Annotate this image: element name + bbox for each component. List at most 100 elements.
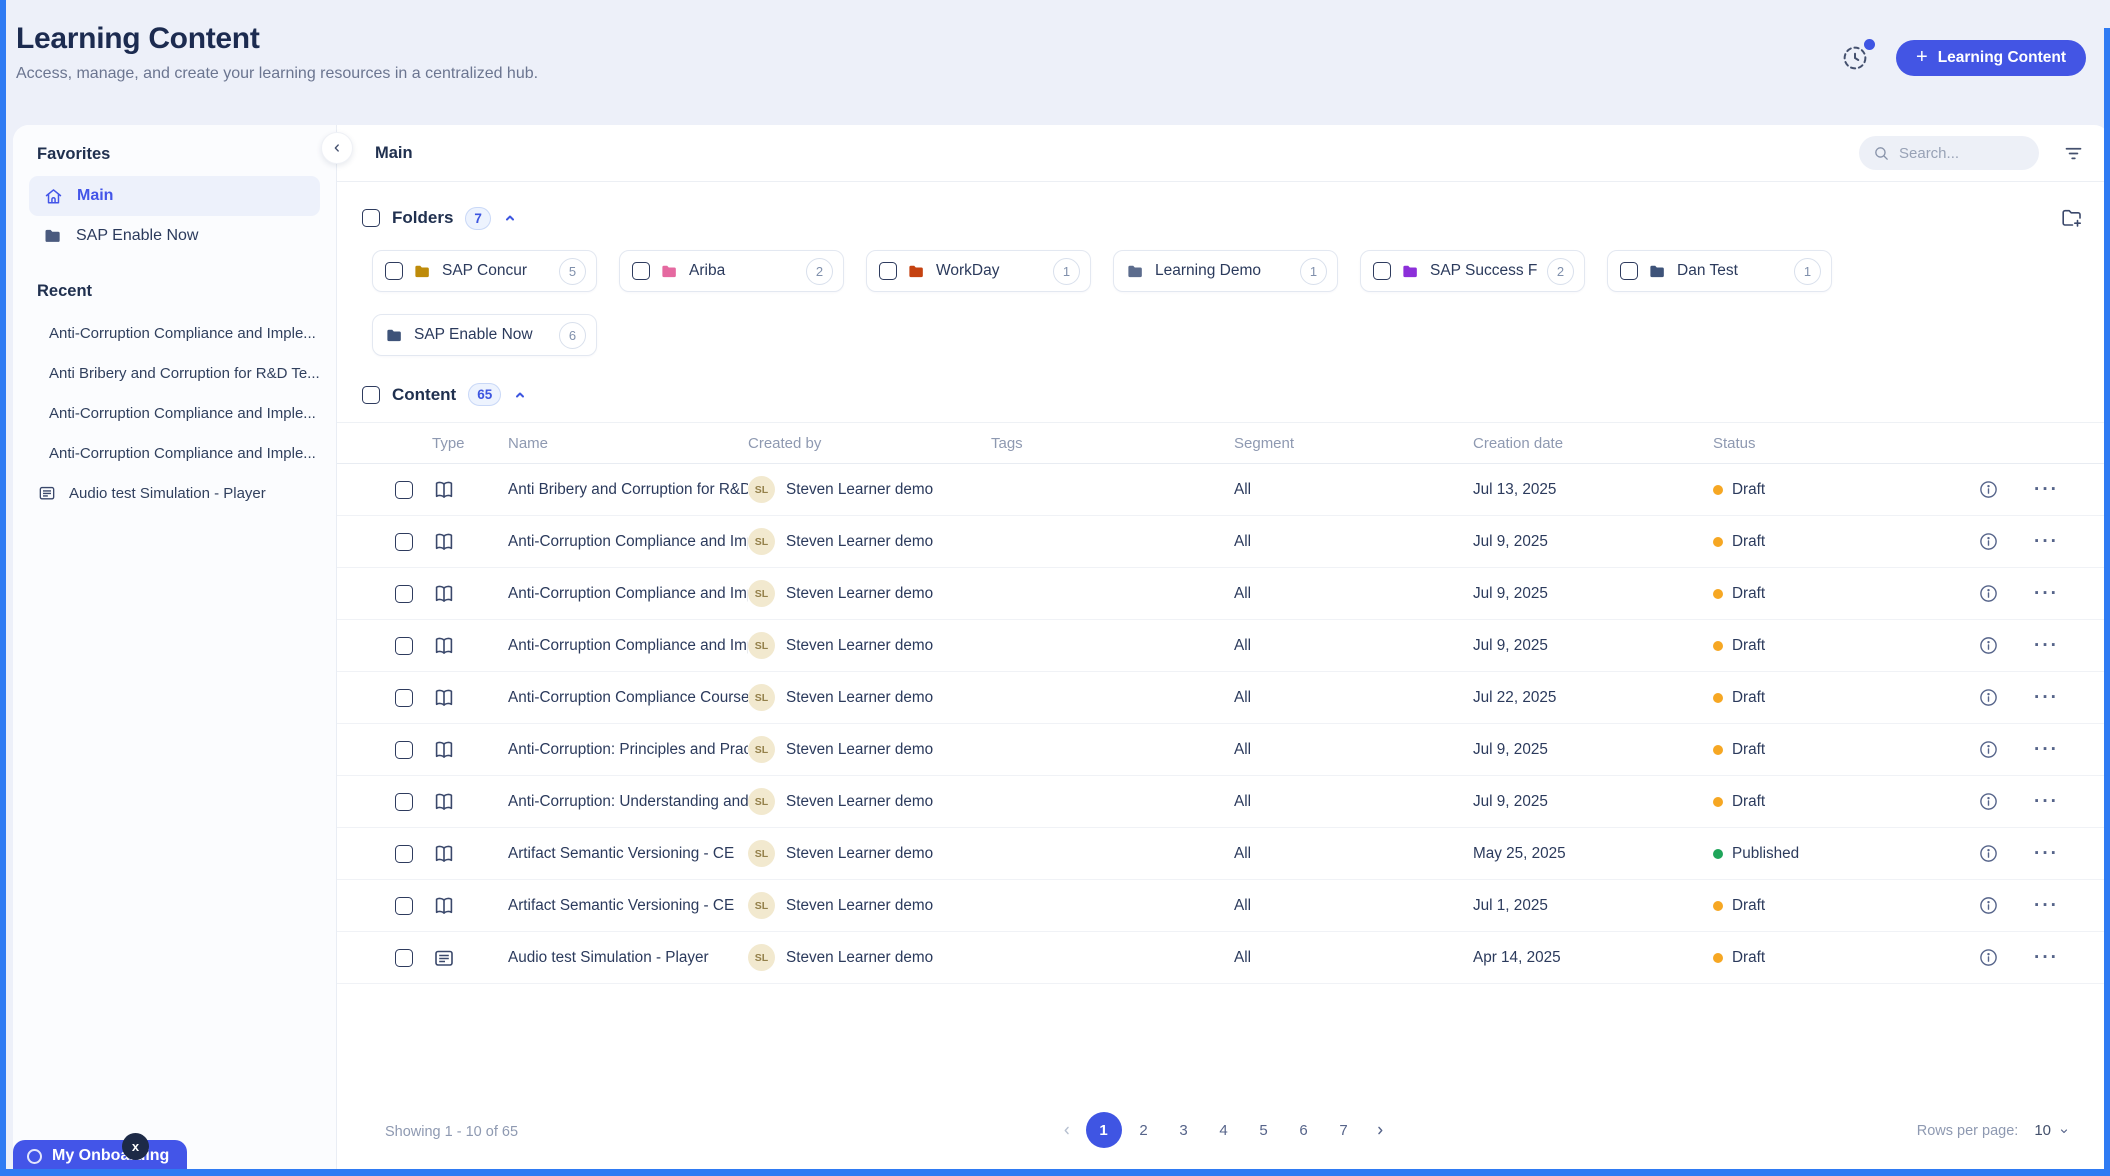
search-input[interactable] (1899, 145, 2019, 162)
favorites-heading: Favorites (37, 145, 320, 164)
info-button[interactable] (1978, 791, 2028, 812)
folder-card[interactable]: SAP Enable Now 6 (372, 314, 597, 356)
table-row[interactable]: Artifact Semantic Versioning - CE SLStev… (337, 828, 2110, 880)
page-button[interactable]: 5 (1246, 1112, 1282, 1148)
info-button[interactable] (1978, 947, 2028, 968)
info-button[interactable] (1978, 583, 2028, 604)
folders-select-all-checkbox[interactable] (362, 209, 380, 227)
recent-item[interactable]: Audio test Simulation - Player (29, 473, 320, 513)
row-checkbox[interactable] (395, 533, 413, 551)
sidebar: Favorites Main SAP Enable Now Recent Ant… (13, 125, 337, 1176)
more-actions-button[interactable]: ··· (2028, 531, 2110, 553)
row-checkbox[interactable] (395, 741, 413, 759)
row-segment: All (1234, 845, 1473, 863)
previous-page-button[interactable] (1052, 1112, 1082, 1148)
row-date: Jul 9, 2025 (1473, 585, 1713, 603)
book-icon (432, 790, 456, 814)
more-actions-button[interactable]: ··· (2028, 635, 2110, 657)
folder-checkbox[interactable] (385, 262, 403, 280)
row-checkbox[interactable] (395, 845, 413, 863)
more-actions-button[interactable]: ··· (2028, 843, 2110, 865)
folder-count-badge: 2 (1547, 258, 1574, 285)
row-creator: Steven Learner demo (786, 689, 933, 707)
info-button[interactable] (1978, 895, 2028, 916)
table-row[interactable]: Anti-Corruption Compliance Course SLStev… (337, 672, 2110, 724)
table-row[interactable]: Audio test Simulation - Player SLSteven … (337, 932, 2110, 984)
info-button[interactable] (1978, 843, 2028, 864)
sidebar-item-main[interactable]: Main (29, 176, 320, 216)
info-button[interactable] (1978, 635, 2028, 656)
folder-checkbox[interactable] (1373, 262, 1391, 280)
sidebar-item-sap-enable-now[interactable]: SAP Enable Now (29, 216, 320, 256)
folder-checkbox[interactable] (1620, 262, 1638, 280)
add-folder-button[interactable] (2060, 206, 2084, 230)
more-actions-button[interactable]: ··· (2028, 739, 2110, 761)
row-checkbox[interactable] (395, 897, 413, 915)
chevron-up-icon[interactable] (503, 212, 517, 224)
table-row[interactable]: Artifact Semantic Versioning - CE SLStev… (337, 880, 2110, 932)
page-button[interactable]: 4 (1206, 1112, 1242, 1148)
row-checkbox[interactable] (395, 949, 413, 967)
recent-item[interactable]: Anti-Corruption Compliance and Imple... (29, 433, 320, 473)
recent-item-label: Audio test Simulation - Player (69, 485, 266, 502)
more-actions-button[interactable]: ··· (2028, 687, 2110, 709)
column-header-segment: Segment (1234, 435, 1473, 452)
sidebar-collapse-button[interactable] (321, 132, 353, 164)
row-checkbox[interactable] (395, 793, 413, 811)
history-pending-icon[interactable] (1840, 43, 1870, 73)
folder-card[interactable]: Dan Test 1 (1607, 250, 1832, 292)
filter-icon[interactable] (2063, 143, 2084, 164)
table-row[interactable]: Anti Bribery and Corruption for R&D T SL… (337, 464, 2110, 516)
table-header: Type Name Created by Tags Segment Creati… (337, 422, 2110, 464)
chevron-left-icon (329, 140, 345, 156)
table-row[interactable]: Anti-Corruption Compliance and Imp SLSte… (337, 568, 2110, 620)
recent-item-label: Anti Bribery and Corruption for R&D Te..… (49, 365, 320, 382)
table-row[interactable]: Anti-Corruption: Principles and Practi S… (337, 724, 2110, 776)
info-button[interactable] (1978, 687, 2028, 708)
table-row[interactable]: Anti-Corruption Compliance and Imp SLSte… (337, 516, 2110, 568)
row-checkbox[interactable] (395, 637, 413, 655)
folder-card[interactable]: SAP Concur 5 (372, 250, 597, 292)
rows-per-page-select[interactable]: 10 (2034, 1122, 2070, 1139)
folder-card[interactable]: WorkDay 1 (866, 250, 1091, 292)
row-segment: All (1234, 793, 1473, 811)
info-button[interactable] (1978, 739, 2028, 760)
folder-card[interactable]: Learning Demo 1 (1113, 250, 1338, 292)
status-dot (1713, 589, 1723, 599)
more-actions-button[interactable]: ··· (2028, 791, 2110, 813)
info-button[interactable] (1978, 531, 2028, 552)
more-actions-button[interactable]: ··· (2028, 583, 2110, 605)
row-checkbox[interactable] (395, 481, 413, 499)
recent-item[interactable]: Anti-Corruption Compliance and Imple... (29, 393, 320, 433)
more-actions-button[interactable]: ··· (2028, 895, 2110, 917)
table-row[interactable]: Anti-Corruption Compliance and Imp SLSte… (337, 620, 2110, 672)
folder-checkbox[interactable] (879, 262, 897, 280)
content-heading: Content (392, 385, 456, 405)
page-button[interactable]: 2 (1126, 1112, 1162, 1148)
row-checkbox[interactable] (395, 585, 413, 603)
add-learning-content-button[interactable]: + Learning Content (1896, 40, 2086, 76)
screen-edge-highlight (2104, 28, 2110, 1176)
page-button[interactable]: 1 (1086, 1112, 1122, 1148)
folder-card[interactable]: Ariba 2 (619, 250, 844, 292)
row-checkbox[interactable] (395, 689, 413, 707)
more-actions-button[interactable]: ··· (2028, 947, 2110, 969)
next-page-button[interactable] (1366, 1112, 1396, 1148)
folder-checkbox[interactable] (632, 262, 650, 280)
page-button[interactable]: 6 (1286, 1112, 1322, 1148)
content-select-all-checkbox[interactable] (362, 386, 380, 404)
page-button[interactable]: 7 (1326, 1112, 1362, 1148)
onboarding-close-button[interactable]: x (122, 1133, 149, 1160)
topbar: Main (337, 125, 2110, 182)
status-label: Draft (1732, 533, 1765, 551)
chevron-up-icon[interactable] (513, 389, 527, 401)
table-row[interactable]: Anti-Corruption: Understanding and S SLS… (337, 776, 2110, 828)
page-button[interactable]: 3 (1166, 1112, 1202, 1148)
more-actions-button[interactable]: ··· (2028, 479, 2110, 501)
recent-item[interactable]: Anti Bribery and Corruption for R&D Te..… (29, 353, 320, 393)
row-creator: Steven Learner demo (786, 845, 933, 863)
recent-item[interactable]: Anti-Corruption Compliance and Imple... (29, 313, 320, 353)
info-button[interactable] (1978, 479, 2028, 500)
folder-card[interactable]: SAP Success Fact... 2 (1360, 250, 1585, 292)
search-box[interactable] (1859, 136, 2039, 170)
